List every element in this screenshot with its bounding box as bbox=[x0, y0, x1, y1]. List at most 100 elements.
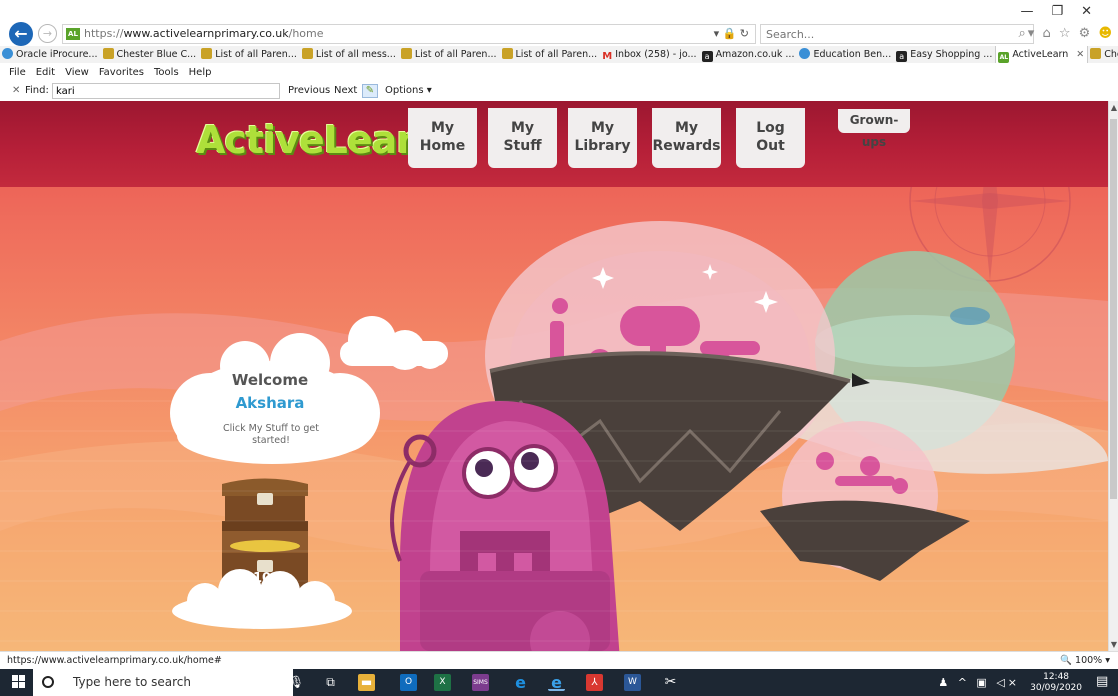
browser-toolbar-icons[interactable]: ⌕▾ ⌂ ☆ ⚙ ☻ bbox=[1018, 26, 1114, 41]
people-icon[interactable]: ♟ bbox=[938, 676, 951, 689]
cb-icon bbox=[501, 48, 513, 59]
menu-file[interactable]: File bbox=[9, 67, 26, 78]
find-options-button[interactable]: Options ▾ bbox=[385, 82, 432, 100]
zoom-control[interactable]: 🔍 100% ▾ bbox=[1060, 652, 1110, 669]
favorite-label: Education Ben... bbox=[813, 49, 892, 60]
star-icon[interactable]: ☆ bbox=[1059, 26, 1073, 41]
favorite-label: List of all Paren... bbox=[215, 49, 297, 60]
menu-tools[interactable]: Tools bbox=[154, 67, 179, 78]
cortana-icon bbox=[42, 676, 54, 688]
outlook-icon[interactable]: O bbox=[400, 674, 417, 691]
browser-titlebar: ← → AL https://www.activelearnprimary.co.… bbox=[0, 0, 1118, 46]
snipping-tool-icon[interactable]: ✂ bbox=[662, 674, 679, 691]
cb-icon bbox=[301, 48, 313, 59]
find-label: Find: bbox=[25, 85, 49, 96]
favorite-item[interactable]: List of all Paren... bbox=[199, 46, 300, 63]
favorite-label: Chester Blue C... bbox=[116, 49, 197, 60]
favorite-label: Oracle iProcure... bbox=[16, 49, 98, 60]
status-link: https://www.activelearnprimary.co.uk/hom… bbox=[7, 655, 222, 666]
edge-icon[interactable]: e bbox=[512, 674, 529, 691]
microphone-icon[interactable]: 🎙 bbox=[288, 674, 305, 691]
file-explorer-icon[interactable]: ▬ bbox=[358, 674, 375, 691]
browser-search-box[interactable] bbox=[760, 24, 1034, 44]
search-icon[interactable]: ⌕▾ bbox=[1018, 26, 1036, 41]
close-tab-icon[interactable]: ✕ bbox=[1076, 49, 1084, 60]
cb-icon bbox=[400, 48, 412, 59]
show-hidden-icons-icon[interactable]: ^ bbox=[958, 676, 970, 689]
favorite-label: Easy Shopping ... bbox=[910, 49, 993, 60]
cb-icon bbox=[102, 48, 114, 59]
windows-start-icon[interactable] bbox=[12, 675, 26, 689]
scroll-down-icon[interactable]: ▼ bbox=[1109, 640, 1118, 649]
browser-search-input[interactable] bbox=[761, 25, 961, 43]
nav-my-stuff-button[interactable]: My Stuff bbox=[488, 108, 557, 168]
favorite-item[interactable]: List of all mess... bbox=[300, 46, 399, 63]
page-scrollbar[interactable]: ▲ ▼ bbox=[1108, 101, 1118, 651]
favorite-label: Amazon.co.uk ... bbox=[715, 49, 795, 60]
gear-icon[interactable]: ⚙ bbox=[1079, 26, 1093, 41]
find-previous-button[interactable]: Previous bbox=[288, 82, 330, 100]
site-header: ActiveLearn My Home My Stuff My Library My … bbox=[0, 101, 1108, 187]
nav-log-out-button[interactable]: Log Out bbox=[736, 108, 805, 168]
favorite-item[interactable]: AL ActiveLearn ✕ bbox=[995, 46, 1089, 63]
nav-my-home-button[interactable]: My Home bbox=[408, 108, 477, 168]
gmail-icon: M bbox=[602, 51, 613, 62]
address-actions[interactable]: ▾ 🔒 ↻ bbox=[714, 27, 749, 40]
taskbar-search[interactable]: Type here to search bbox=[33, 669, 293, 696]
welcome-title: Welcome bbox=[231, 371, 309, 389]
coin-count[interactable]: 10 bbox=[247, 571, 277, 586]
nav-my-library-button[interactable]: My Library bbox=[568, 108, 637, 168]
find-input[interactable] bbox=[52, 83, 280, 99]
network-icon[interactable]: ▣ bbox=[976, 676, 989, 689]
activelearn-logo[interactable]: ActiveLearn bbox=[196, 115, 441, 165]
address-bar[interactable]: AL https://www.activelearnprimary.co.uk/h… bbox=[62, 24, 756, 44]
acrobat-icon[interactable]: ⅄ bbox=[586, 674, 603, 691]
menu-edit[interactable]: Edit bbox=[36, 67, 55, 78]
favorite-item[interactable]: Education Ben... bbox=[797, 46, 894, 63]
clock-date: 30/09/2020 bbox=[1030, 683, 1082, 693]
restore-button[interactable]: ❐ bbox=[1051, 4, 1081, 19]
clock-time: 12:48 bbox=[1043, 672, 1070, 682]
menu-favorites[interactable]: Favorites bbox=[99, 67, 144, 78]
minimize-button[interactable]: — bbox=[1020, 4, 1051, 19]
favorite-item[interactable]: Oracle iProcure... bbox=[0, 46, 101, 63]
favorite-item[interactable]: a Amazon.co.uk ... bbox=[700, 46, 798, 63]
forward-button[interactable]: → bbox=[38, 24, 57, 43]
menu-bar: File Edit View Favorites Tools Help bbox=[0, 65, 1118, 81]
al-icon: AL bbox=[998, 52, 1010, 63]
favorite-label: List of all Paren... bbox=[414, 49, 497, 60]
sims-icon[interactable]: SIMS bbox=[472, 674, 489, 691]
menu-view[interactable]: View bbox=[65, 67, 89, 78]
task-view-icon[interactable]: ⧉ bbox=[322, 674, 339, 691]
favorite-item[interactable]: M Inbox (258) - jo... bbox=[600, 46, 699, 63]
window-controls[interactable]: —❐✕ bbox=[1020, 4, 1110, 19]
menu-help[interactable]: Help bbox=[189, 67, 212, 78]
volume-icon[interactable]: ◁× bbox=[996, 676, 1020, 689]
excel-icon[interactable]: X bbox=[434, 674, 451, 691]
favorite-item[interactable]: List of all Paren... bbox=[399, 46, 500, 63]
find-close-icon[interactable]: ✕ bbox=[12, 82, 20, 100]
ie-icon bbox=[799, 48, 811, 59]
favorite-label: Inbox (258) - jo... bbox=[615, 49, 697, 60]
scroll-thumb[interactable] bbox=[1110, 119, 1117, 499]
favorite-item[interactable]: Chester Blue C... bbox=[1088, 46, 1118, 63]
grownups-button[interactable]: Grown-ups bbox=[838, 109, 910, 149]
internet-explorer-icon[interactable]: e bbox=[548, 674, 565, 691]
welcome-hint: Click My Stuff to get started! bbox=[223, 423, 319, 446]
favorite-item[interactable]: Chester Blue C... bbox=[101, 46, 200, 63]
favorite-item[interactable]: List of all Paren... bbox=[500, 46, 601, 63]
notifications-icon[interactable]: ▤ bbox=[1096, 674, 1112, 690]
taskbar-clock[interactable]: 12:48 30/09/2020 bbox=[1030, 672, 1082, 694]
scroll-up-icon[interactable]: ▲ bbox=[1109, 103, 1118, 112]
highlight-icon[interactable]: ✎ bbox=[362, 84, 378, 98]
favorite-label: Chester Blue C... bbox=[1104, 49, 1118, 60]
home-icon[interactable]: ⌂ bbox=[1042, 26, 1052, 41]
nav-my-rewards-button[interactable]: My Rewards bbox=[652, 108, 721, 168]
back-button[interactable]: ← bbox=[9, 22, 33, 46]
close-window-button[interactable]: ✕ bbox=[1081, 4, 1110, 19]
find-next-button[interactable]: Next bbox=[334, 82, 357, 100]
favorite-item[interactable]: a Easy Shopping ... bbox=[894, 46, 995, 63]
amazon-icon: a bbox=[896, 51, 908, 62]
smiley-icon[interactable]: ☻ bbox=[1098, 26, 1114, 41]
word-icon[interactable]: W bbox=[624, 674, 641, 691]
